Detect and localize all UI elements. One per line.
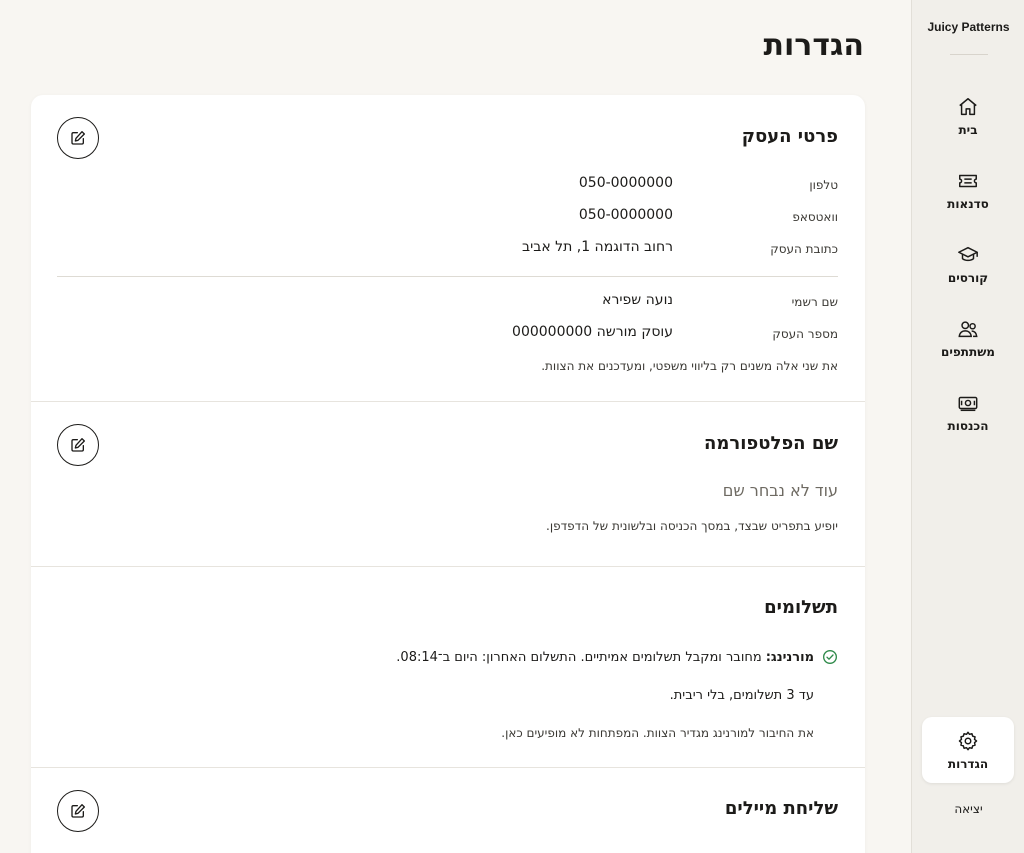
address-value: רחוב הדוגמה 1, תל אביב <box>522 239 673 255</box>
sidebar-item-workshops[interactable]: סדנאות <box>922 157 1014 223</box>
sidebar: Juicy Patterns בית סדנאות קורסים משתתפים… <box>911 0 1024 853</box>
graduation-cap-icon <box>957 244 979 266</box>
sidebar-item-label: קורסים <box>947 270 989 285</box>
payment-status: מורנינג: מחובר ומקבל תשלומים אמיתיים. הת… <box>396 649 838 665</box>
phone-value: 050-0000000 <box>578 175 673 191</box>
sidebar-item-settings[interactable]: הגדרות <box>922 717 1014 783</box>
sidebar-item-label: משתתפים <box>941 344 995 359</box>
edit-emails-button[interactable] <box>57 790 99 832</box>
brand-name: Juicy Patterns <box>927 20 1010 34</box>
sidebar-item-participants[interactable]: משתתפים <box>922 305 1014 371</box>
sidebar-item-home[interactable]: בית <box>922 83 1014 149</box>
home-icon <box>957 96 979 118</box>
sidebar-item-label: הגדרות <box>947 756 989 771</box>
ticket-icon <box>957 170 979 192</box>
section-title: פרטי העסק <box>741 126 838 147</box>
brand-divider <box>950 54 988 55</box>
section-title: תשלומים <box>764 597 838 618</box>
edit-business-button[interactable] <box>57 117 99 159</box>
users-icon <box>957 318 979 340</box>
gear-icon <box>957 730 979 752</box>
sidebar-item-label: הכנסות <box>947 418 989 433</box>
business-number-value: עוסק מורשה 000000000 <box>512 324 673 340</box>
phone-row: טלפון 050-0000000 <box>31 175 865 195</box>
settings-card: פרטי העסק טלפון 050-0000000 וואטסאפ 050-… <box>31 95 865 853</box>
payments-section: תשלומים מורנינג: מחובר ומקבל תשלומים אמי… <box>31 567 865 767</box>
legal-name-label: שם רשמי <box>791 295 838 309</box>
logout-link[interactable]: יציאה <box>912 802 1024 816</box>
divider <box>57 276 838 277</box>
pencil-icon <box>71 438 85 452</box>
payments-note: את החיבור למורנינג מגדיר הצוות. המפתחות … <box>501 726 814 740</box>
pencil-icon <box>71 804 85 818</box>
phone-label: טלפון <box>809 178 838 192</box>
pencil-icon <box>71 131 85 145</box>
section-title: שם הפלטפורמה <box>703 433 838 454</box>
sidebar-item-label: בית <box>958 122 978 137</box>
whatsapp-row: וואטסאפ 050-0000000 <box>31 207 865 227</box>
business-number-row: מספר העסק עוסק מורשה 000000000 <box>31 324 865 344</box>
legal-name-value: נועה שפירא <box>602 292 673 308</box>
cash-icon <box>957 392 979 414</box>
business-note: את שני אלה משנים רק בליווי משפטי, ומעדכנ… <box>541 359 838 373</box>
platform-name-value: עוד לא נבחר שם <box>722 481 838 500</box>
sidebar-item-courses[interactable]: קורסים <box>922 231 1014 297</box>
address-row: כתובת העסק רחוב הדוגמה 1, תל אביב <box>31 239 865 259</box>
whatsapp-label: וואטסאפ <box>792 210 838 224</box>
section-title: שליחת מיילים <box>724 798 838 819</box>
platform-name-section: שם הפלטפורמה עוד לא נבחר שם יופיע בתפריט… <box>31 402 865 566</box>
emails-section: שליחת מיילים <box>31 768 865 853</box>
edit-platform-name-button[interactable] <box>57 424 99 466</box>
sidebar-item-revenue[interactable]: הכנסות <box>922 379 1014 445</box>
business-number-label: מספר העסק <box>772 327 838 341</box>
payment-provider: מורנינג: <box>765 649 814 665</box>
page-title: הגדרות <box>763 28 864 63</box>
payment-status-text: מחובר ומקבל תשלומים אמיתיים. התשלום האחר… <box>396 649 762 665</box>
address-label: כתובת העסק <box>770 242 838 256</box>
sidebar-item-label: סדנאות <box>947 196 989 211</box>
installments-info: עד 3 תשלומים, בלי ריבית. <box>669 688 814 703</box>
check-circle-icon <box>822 649 838 665</box>
business-details-section: פרטי העסק טלפון 050-0000000 וואטסאפ 050-… <box>31 95 865 401</box>
whatsapp-value: 050-0000000 <box>578 207 673 223</box>
legal-name-row: שם רשמי נועה שפירא <box>31 292 865 312</box>
platform-note: יופיע בתפריט שבצד, במסך הכניסה ובלשונית … <box>546 519 838 533</box>
